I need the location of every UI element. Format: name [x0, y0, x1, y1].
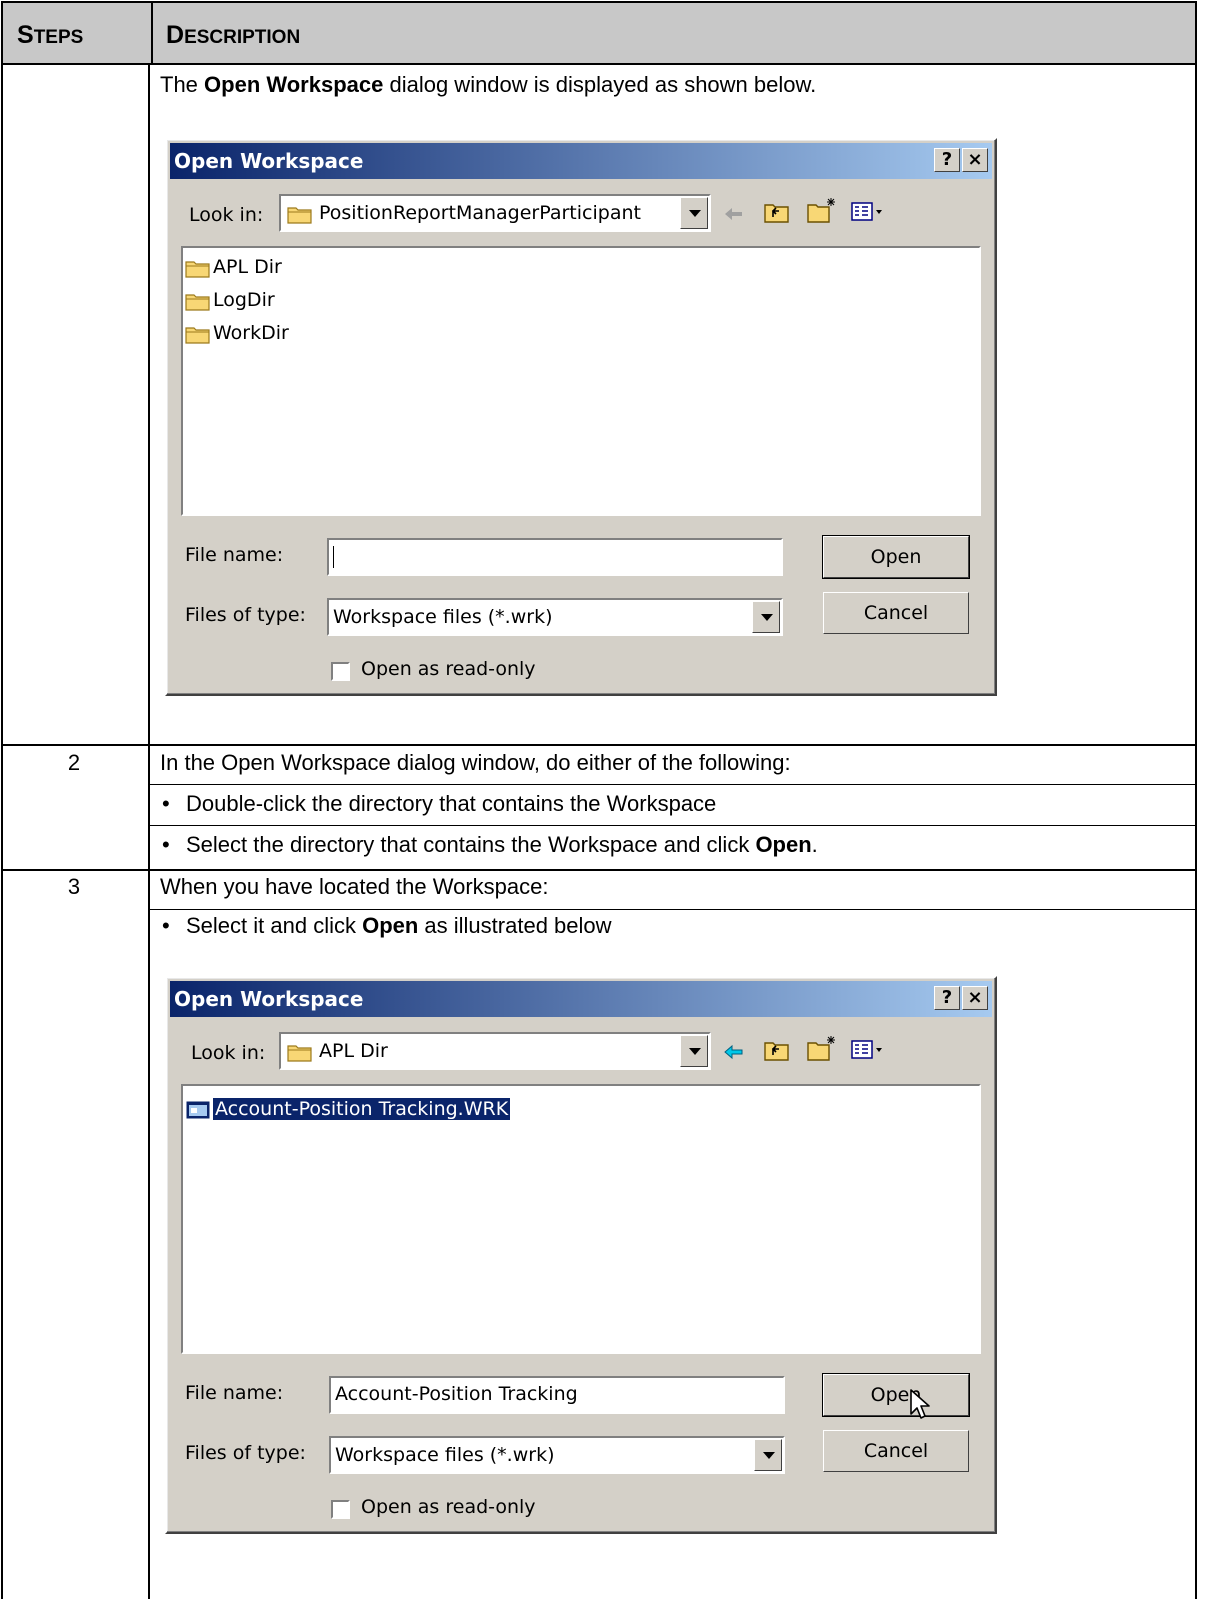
close-button[interactable]: ×	[962, 148, 988, 172]
bullet: •	[162, 832, 170, 857]
look-in-dropdown-arrow[interactable]	[680, 1035, 708, 1067]
view-menu-icon[interactable]	[851, 202, 885, 222]
files-of-type-label: Files of type:	[185, 604, 306, 626]
dialog-title: Open Workspace	[174, 987, 364, 1011]
steps-table: STEPS DESCRIPTION The Open Workspace dia…	[0, 0, 1199, 1599]
cancel-button[interactable]: Cancel	[823, 1430, 969, 1472]
help-button[interactable]: ?	[934, 986, 960, 1010]
bullet: •	[162, 913, 170, 938]
open-workspace-dialog-2: Open Workspace ? × Look in: APL Dir Acco…	[165, 976, 997, 1534]
row-divider-1	[1, 744, 1197, 746]
back-arrow-icon[interactable]	[723, 206, 745, 222]
header-steps: STEPS	[17, 21, 84, 49]
folder-icon	[287, 207, 312, 224]
help-button[interactable]: ?	[934, 148, 960, 172]
open-workspace-dialog-1: Open Workspace ? × Look in: PositionRepo…	[165, 138, 997, 696]
list-item[interactable]: LogDir	[185, 285, 275, 315]
read-only-checkbox[interactable]	[331, 1500, 350, 1519]
row-divider-2	[1, 869, 1197, 871]
file-name-label: File name:	[185, 544, 284, 566]
row3-subline	[150, 909, 1196, 910]
bullet: •	[162, 791, 170, 816]
look-in-value: APL Dir	[319, 1040, 388, 1062]
files-of-type-dropdown-arrow[interactable]	[752, 601, 780, 633]
up-folder-icon[interactable]	[764, 200, 790, 224]
folder-icon	[185, 326, 210, 344]
row2-subline-1	[150, 784, 1196, 785]
table-header: STEPS DESCRIPTION	[1, 1, 1197, 65]
file-name-label: File name:	[185, 1382, 284, 1404]
list-item[interactable]: Account-Position Tracking.WRK	[185, 1094, 512, 1124]
header-description: DESCRIPTION	[166, 21, 301, 49]
read-only-label: Open as read-only	[361, 658, 536, 680]
look-in-label: Look in:	[189, 204, 264, 226]
text-caret	[333, 545, 334, 568]
look-in-value: PositionReportManagerParticipant	[319, 202, 641, 224]
cancel-button[interactable]: Cancel	[823, 592, 969, 634]
header-divider	[151, 3, 153, 63]
files-of-type-value: Workspace files (*.wrk)	[335, 1444, 555, 1466]
file-list[interactable]: APL Dir LogDir WorkDir	[181, 246, 981, 516]
file-name-input[interactable]: Account-Position Tracking	[329, 1376, 785, 1414]
files-of-type-combo[interactable]: Workspace files (*.wrk)	[327, 598, 783, 636]
folder-icon	[287, 1045, 312, 1062]
look-in-label: Look in:	[191, 1042, 266, 1064]
list-item[interactable]: WorkDir	[185, 318, 289, 348]
folder-icon	[185, 293, 210, 311]
dialog-title: Open Workspace	[174, 149, 364, 173]
close-button[interactable]: ×	[962, 986, 988, 1010]
step-number-3: 3	[67, 874, 81, 899]
open-button[interactable]: Open	[822, 1373, 970, 1417]
look-in-combo[interactable]: APL Dir	[279, 1032, 711, 1070]
new-folder-icon[interactable]	[807, 1034, 837, 1062]
table-right-border	[1195, 64, 1197, 1599]
file-name-input[interactable]	[327, 538, 783, 576]
workspace-file-icon	[186, 1101, 210, 1118]
row3-bullet: Select it and click Open as illustrated …	[186, 913, 612, 938]
row2-bullet-2: Select the directory that contains the W…	[186, 832, 818, 857]
step-number-2: 2	[67, 750, 81, 775]
files-of-type-dropdown-arrow[interactable]	[754, 1439, 782, 1471]
up-folder-icon[interactable]	[764, 1038, 790, 1062]
look-in-combo[interactable]: PositionReportManagerParticipant	[279, 194, 711, 232]
files-of-type-label: Files of type:	[185, 1442, 306, 1464]
files-of-type-combo[interactable]: Workspace files (*.wrk)	[329, 1436, 785, 1474]
view-menu-icon[interactable]	[851, 1040, 885, 1060]
row2-subline-2	[150, 825, 1196, 826]
row3-text: When you have located the Workspace:	[160, 874, 549, 899]
row2-text: In the Open Workspace dialog window, do …	[160, 750, 791, 775]
table-left-border	[1, 64, 3, 1599]
read-only-checkbox[interactable]	[331, 662, 350, 681]
look-in-dropdown-arrow[interactable]	[680, 197, 708, 229]
dialog-titlebar[interactable]: Open Workspace ? ×	[170, 143, 992, 179]
open-button[interactable]: Open	[822, 535, 970, 579]
back-arrow-icon[interactable]	[723, 1044, 745, 1060]
list-item[interactable]: APL Dir	[185, 252, 282, 282]
dialog-titlebar[interactable]: Open Workspace ? ×	[170, 981, 992, 1017]
read-only-label: Open as read-only	[361, 1496, 536, 1518]
folder-icon	[185, 260, 210, 278]
row1-intro: The Open Workspace dialog window is disp…	[160, 72, 817, 97]
row2-bullet-1: Double-click the directory that contains…	[186, 791, 717, 816]
mouse-pointer-icon	[910, 1389, 930, 1419]
file-list[interactable]: Account-Position Tracking.WRK	[181, 1084, 981, 1354]
new-folder-icon[interactable]	[807, 196, 837, 224]
files-of-type-value: Workspace files (*.wrk)	[333, 606, 553, 628]
table-column-divider	[148, 64, 150, 1599]
